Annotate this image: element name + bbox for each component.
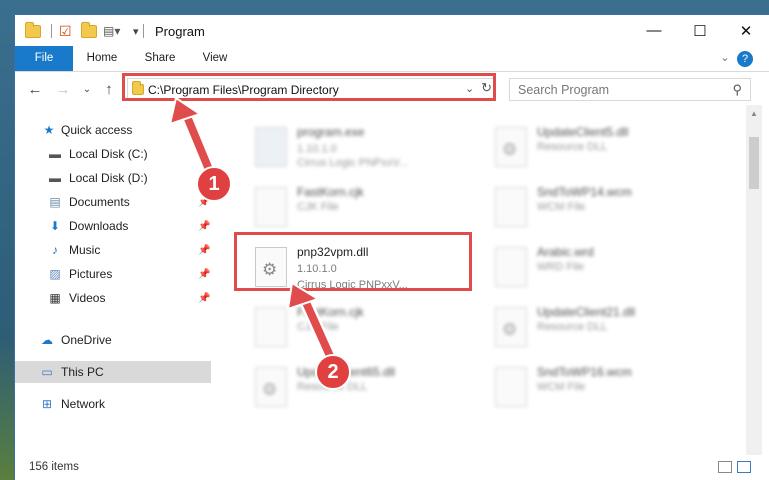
annotation-arrows bbox=[168, 96, 337, 363]
step-1-badge: 1 bbox=[196, 166, 232, 202]
arrow-1-shaft bbox=[182, 110, 214, 176]
arrow-2-shaft bbox=[300, 294, 334, 360]
step-2-badge: 2 bbox=[315, 354, 351, 390]
